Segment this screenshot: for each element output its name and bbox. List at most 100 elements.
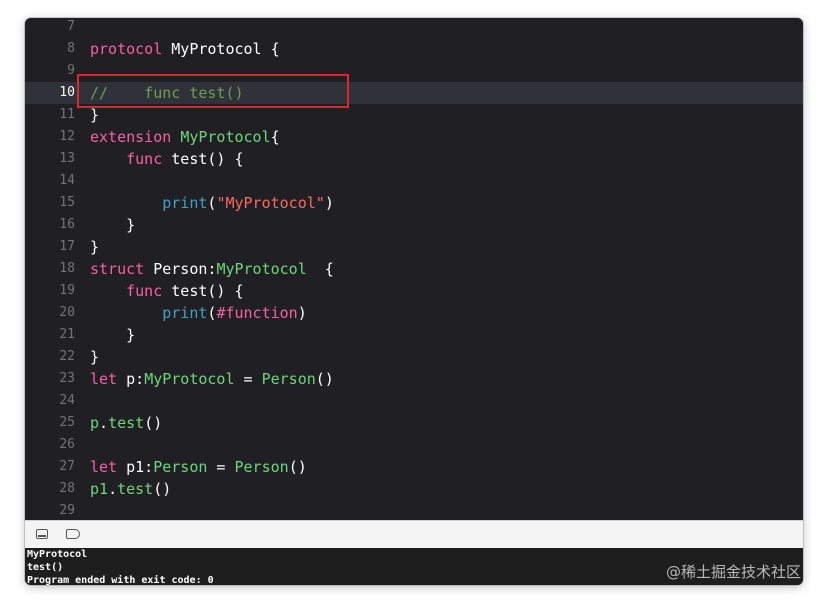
code-token: ) [297, 304, 307, 322]
code-line[interactable]: 17} [25, 236, 803, 258]
code-text: protocol MyProtocol { [90, 38, 280, 60]
code-token: } [90, 238, 100, 256]
code-token: MyProtocol [144, 370, 235, 388]
line-number: 29 [59, 503, 75, 518]
line-number: 18 [59, 261, 75, 276]
code-text: p1.test() [90, 478, 171, 500]
code-line[interactable]: 15 print("MyProtocol") [25, 192, 803, 214]
line-number: 8 [67, 41, 75, 56]
code-token: func [126, 150, 163, 168]
code-token: struct [90, 260, 145, 278]
code-line[interactable]: 29 [25, 500, 803, 520]
code-token: () [315, 370, 334, 388]
code-line[interactable]: 19 func test() { [25, 280, 803, 302]
code-token: Person: [144, 260, 217, 278]
code-text: } [90, 214, 135, 236]
code-line[interactable]: 18 struct Person:MyProtocol { [25, 258, 803, 280]
code-text: p.test() [90, 412, 162, 434]
code-token: p1: [117, 458, 154, 476]
line-number: 22 [59, 349, 75, 364]
code-text: } [90, 346, 99, 368]
code-text: let p1:Person = Person() [90, 456, 307, 478]
line-number: 14 [59, 173, 75, 188]
line-number: 26 [59, 437, 75, 452]
line-number: 17 [59, 239, 75, 254]
line-number: 11 [59, 107, 75, 122]
code-token: MyProtocol [216, 260, 307, 278]
code-line[interactable]: 23 let p:MyProtocol = Person() [25, 368, 803, 390]
code-token: "MyProtocol" [216, 194, 325, 212]
code-line[interactable]: 16 } [25, 214, 803, 236]
code-token: . [108, 480, 118, 498]
code-text: func test() { [90, 280, 244, 302]
code-token: p1 [90, 480, 109, 498]
line-number: 7 [67, 19, 75, 34]
code-token: test() { [162, 282, 244, 300]
code-token: p [90, 414, 100, 432]
code-line[interactable]: 24 [25, 390, 803, 412]
code-token: print [162, 194, 208, 212]
code-token: } [90, 106, 100, 124]
code-line[interactable]: 21 } [25, 324, 803, 346]
code-token: Person [153, 458, 208, 476]
code-line[interactable]: 12 extension MyProtocol{ [25, 126, 803, 148]
code-line[interactable]: 14 [25, 170, 803, 192]
code-token: () [153, 480, 172, 498]
code-token: print [162, 304, 208, 322]
console-line: MyProtocol [27, 549, 88, 560]
code-text: let p:MyProtocol = Person() [90, 368, 334, 390]
code-token: MyProtocol [180, 128, 271, 146]
code-token: = [207, 458, 235, 476]
code-token: . [99, 414, 109, 432]
code-line[interactable]: 8 protocol MyProtocol { [25, 38, 803, 60]
code-token: p: [117, 370, 145, 388]
code-text: print("MyProtocol") [90, 192, 334, 214]
line-number: 9 [67, 63, 75, 78]
code-token: () [144, 414, 163, 432]
code-token: test [108, 414, 145, 432]
line-number: 15 [59, 195, 75, 210]
watermark: @稀土掘金技术社区 [665, 563, 801, 581]
line-number: 28 [59, 481, 75, 496]
code-token: Person [234, 458, 289, 476]
line-number: 25 [59, 415, 75, 430]
line-number: 20 [59, 305, 75, 320]
code-line[interactable]: 27 let p1:Person = Person() [25, 456, 803, 478]
code-token: } [90, 326, 136, 344]
code-token: { [306, 260, 334, 278]
tag-icon[interactable] [66, 529, 80, 539]
code-token: () [288, 458, 307, 476]
code-token: MyProtocol { [162, 40, 280, 58]
code-token: = [234, 370, 262, 388]
line-number: 10 [59, 85, 75, 100]
code-text: func test() { [90, 148, 244, 170]
code-token: extension [90, 128, 172, 146]
code-line[interactable]: 25 p.test() [25, 412, 803, 434]
code-line[interactable]: 28 p1.test() [25, 478, 803, 500]
xcode-playground-window: 7 8 protocol MyProtocol {9 10// func test()… [25, 18, 803, 585]
code-token: protocol [90, 40, 163, 58]
highlight-box [77, 74, 349, 108]
code-token: #function [216, 304, 298, 322]
code-token: } [90, 348, 100, 366]
code-line[interactable]: 20 print(#function) [25, 302, 803, 324]
code-line[interactable]: 22} [25, 346, 803, 368]
line-number: 13 [59, 151, 75, 166]
line-number: 19 [59, 283, 75, 298]
code-line[interactable]: 13 func test() { [25, 148, 803, 170]
code-line[interactable]: 7 [25, 18, 803, 38]
code-line[interactable]: 26 [25, 434, 803, 456]
code-token: Person [261, 370, 316, 388]
code-token: ) [324, 194, 334, 212]
line-number: 16 [59, 217, 75, 232]
line-number: 12 [59, 129, 75, 144]
code-text: } [90, 324, 135, 346]
code-token: test() { [162, 150, 244, 168]
console-toggle-icon[interactable] [36, 529, 48, 539]
code-token: } [90, 216, 136, 234]
line-number: 21 [59, 327, 75, 342]
